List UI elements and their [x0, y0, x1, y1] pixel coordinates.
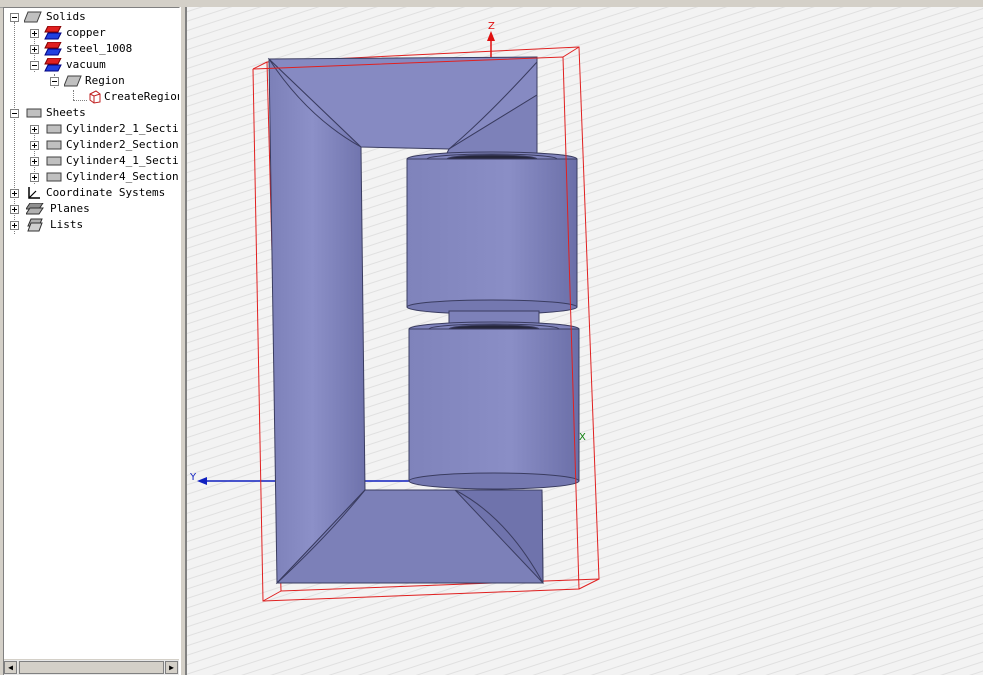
- sheet-icon: [46, 140, 62, 150]
- scroll-right-icon[interactable]: ▶: [165, 661, 178, 674]
- tree-node-copper[interactable]: copper: [4, 25, 179, 41]
- expand-icon[interactable]: [30, 173, 39, 182]
- tree-label: Region: [85, 74, 125, 87]
- collapse-icon[interactable]: [50, 77, 59, 86]
- project-tree-panel[interactable]: Solids copper steel_1008 vacuum Region C…: [3, 7, 180, 675]
- collapse-icon[interactable]: [10, 13, 19, 22]
- sheet-icon: [26, 108, 42, 118]
- tree-label: Solids: [46, 10, 86, 23]
- model-canvas[interactable]: Y Z X: [187, 7, 983, 675]
- tree-label: copper: [66, 26, 106, 39]
- scroll-thumb[interactable]: [19, 661, 164, 674]
- collapse-icon[interactable]: [10, 109, 19, 118]
- tree-label: Sheets: [46, 106, 86, 119]
- tree-label: Coordinate Systems: [46, 186, 166, 199]
- tree-label: vacuum: [66, 58, 106, 71]
- tree-node-sheets[interactable]: Sheets: [4, 105, 179, 121]
- tree-node-sheet[interactable]: Cylinder2_1_Section: [4, 121, 180, 137]
- tree-label: Cylinder4_1_Section: [66, 154, 180, 167]
- scroll-left-icon[interactable]: ◀: [4, 661, 17, 674]
- expand-icon[interactable]: [10, 205, 19, 214]
- material-icon: [44, 42, 62, 56]
- solid-icon: [64, 75, 82, 87]
- coordinate-system-icon: [28, 187, 40, 199]
- lower-coil: [408, 321, 580, 490]
- collapse-icon[interactable]: [30, 61, 39, 70]
- expand-icon[interactable]: [30, 141, 39, 150]
- material-icon: [44, 26, 62, 40]
- x-axis: X: [579, 432, 586, 443]
- sheet-icon: [46, 124, 62, 134]
- tree-node-solids[interactable]: Solids: [4, 9, 179, 25]
- expand-icon[interactable]: [30, 45, 39, 54]
- tree-node-lists[interactable]: Lists: [4, 217, 179, 233]
- expand-icon[interactable]: [30, 29, 39, 38]
- tree-label: CreateRegion: [104, 90, 180, 103]
- sheet-icon: [46, 156, 62, 166]
- tree-horizontal-scrollbar[interactable]: ◀ ▶: [4, 659, 179, 675]
- tree-label: steel_1008: [66, 42, 133, 55]
- tree-node-createregion[interactable]: CreateRegion: [4, 89, 180, 105]
- tree-node-vacuum[interactable]: vacuum: [4, 57, 179, 73]
- expand-icon[interactable]: [30, 125, 39, 134]
- tree-node-sheet[interactable]: Cylinder4_Section1: [4, 169, 180, 185]
- tree-node-sheet[interactable]: Cylinder4_1_Section: [4, 153, 180, 169]
- tree-node-planes[interactable]: Planes: [4, 201, 179, 217]
- tree-label: Cylinder4_Section1: [66, 170, 180, 183]
- tree-node-coordinate-systems[interactable]: Coordinate Systems: [4, 185, 179, 201]
- expand-icon[interactable]: [30, 157, 39, 166]
- tree-node-steel-1008[interactable]: steel_1008: [4, 41, 179, 57]
- y-axis-label: Y: [189, 472, 197, 483]
- solid-icon: [24, 11, 42, 23]
- tree-node-region[interactable]: Region: [4, 73, 179, 89]
- lists-icon: [27, 218, 43, 232]
- sheet-icon: [46, 172, 62, 182]
- x-axis-label: X: [579, 432, 586, 443]
- planes-icon: [26, 203, 44, 215]
- expand-icon[interactable]: [10, 221, 19, 230]
- tree-label: Cylinder2_Section1: [66, 138, 180, 151]
- command-icon: [89, 90, 101, 104]
- expand-icon[interactable]: [10, 189, 19, 198]
- tree-label: Planes: [50, 202, 90, 215]
- tree-label: Cylinder2_1_Section: [66, 122, 180, 135]
- tree-node-sheet[interactable]: Cylinder2_Section1: [4, 137, 180, 153]
- 3d-modeler-viewport[interactable]: Y Z X: [186, 7, 983, 675]
- z-axis-label: Z: [488, 21, 495, 32]
- material-icon: [44, 58, 62, 72]
- tree-label: Lists: [50, 218, 84, 231]
- upper-coil: [406, 151, 578, 326]
